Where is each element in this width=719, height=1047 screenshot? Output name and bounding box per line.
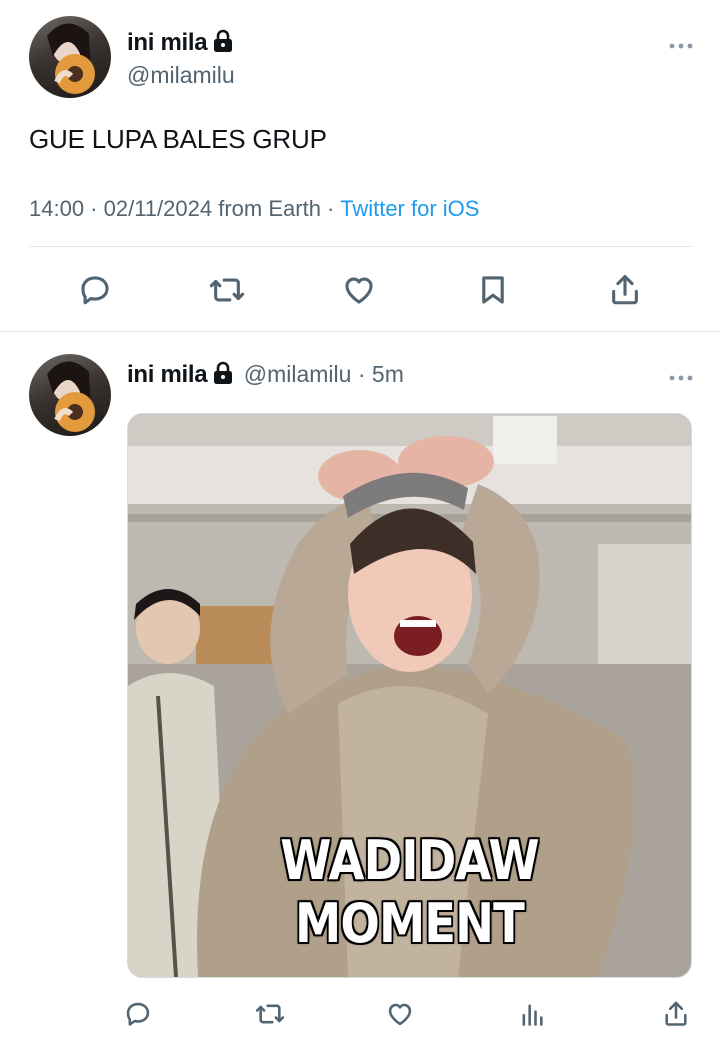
author-handle[interactable]: @milamilu	[244, 361, 352, 387]
tweet-media-image[interactable]: WADIDAW MOMENT	[127, 413, 692, 978]
like-icon[interactable]	[380, 997, 420, 1031]
more-icon[interactable]	[668, 38, 698, 56]
lock-icon	[213, 361, 233, 390]
reply-icon[interactable]	[73, 270, 117, 310]
author-name[interactable]: ini mila	[127, 29, 208, 56]
like-icon[interactable]	[337, 270, 381, 310]
more-icon[interactable]	[668, 370, 698, 388]
bookmark-icon[interactable]	[471, 270, 515, 310]
divider	[29, 246, 692, 247]
share-icon[interactable]	[656, 997, 696, 1031]
author-row: ini mila @milamilu · 5m	[127, 361, 404, 390]
analytics-icon[interactable]	[512, 997, 552, 1031]
author-handle[interactable]: @milamilu	[127, 62, 235, 89]
tweet-age[interactable]: 5m	[372, 361, 404, 387]
lock-icon	[213, 29, 233, 58]
retweet-icon[interactable]	[250, 997, 290, 1031]
avatar[interactable]	[29, 354, 111, 436]
tweet-text: GUE LUPA BALES GRUP	[29, 124, 327, 154]
tweet-metadata: 14:00 · 02/11/2024 from Earth · Twitter …	[29, 196, 480, 221]
reply-icon[interactable]	[118, 997, 158, 1031]
media-caption: WADIDAW MOMENT	[279, 828, 541, 957]
author-name[interactable]: ini mila	[127, 361, 208, 388]
share-icon[interactable]	[603, 270, 647, 310]
avatar[interactable]	[29, 16, 111, 98]
tweet-time[interactable]: 14:00	[29, 196, 84, 221]
tweet-source-link[interactable]: Twitter for iOS	[340, 196, 479, 221]
tweet-separator	[0, 331, 719, 332]
tweet-location: from Earth	[218, 196, 321, 221]
author-row: ini mila	[127, 29, 233, 58]
tweet-date[interactable]: 02/11/2024	[104, 196, 212, 221]
retweet-icon[interactable]	[205, 270, 249, 310]
